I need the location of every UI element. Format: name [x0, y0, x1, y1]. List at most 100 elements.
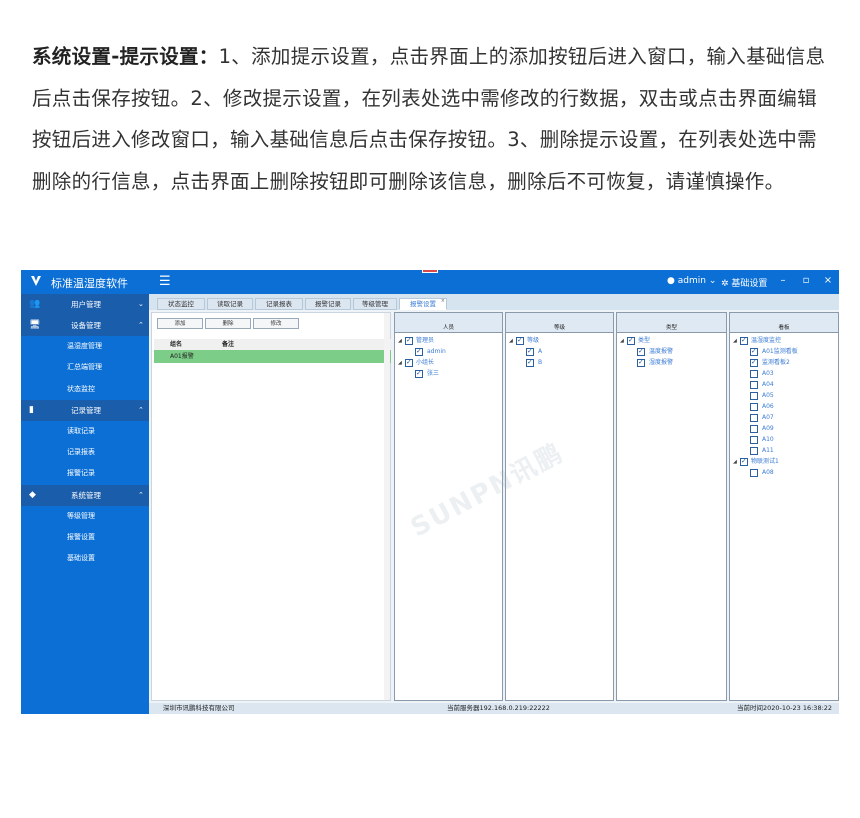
tree-node[interactable]: admin: [398, 346, 502, 358]
checkbox[interactable]: [526, 357, 534, 367]
expand-toggle-icon[interactable]: ◢: [733, 457, 737, 467]
checkbox[interactable]: [750, 357, 758, 367]
checkbox[interactable]: [750, 447, 758, 455]
panel-header: 等级: [506, 313, 613, 333]
tree-node[interactable]: ◢ 物联测试1: [733, 456, 838, 468]
tab-status-monitor[interactable]: 状态监控: [157, 298, 205, 310]
sidebar-item-level-management[interactable]: 等级管理: [21, 506, 149, 527]
sidebar-item-record-report[interactable]: 记录报表: [21, 442, 149, 463]
checkbox[interactable]: [740, 456, 748, 466]
checkbox[interactable]: [750, 370, 758, 378]
tab-bar: 状态监控 读取记录 记录报表 报警记录 等级管理 报警设置 ×: [149, 294, 839, 310]
user-menu[interactable]: ● admin ⌄: [667, 276, 716, 286]
checkbox[interactable]: [637, 346, 645, 356]
tree-node[interactable]: ◢ 类型: [620, 335, 726, 347]
gear-icon: ✲: [721, 279, 729, 289]
checkbox[interactable]: [526, 346, 534, 356]
tree-node[interactable]: A06: [733, 402, 838, 413]
sidebar-section-system[interactable]: ◆ 系统管理 ⌃: [21, 484, 149, 506]
tree-node[interactable]: ◢ 小组长: [398, 357, 502, 369]
group-list-pane: 添加 删除 修改 组名 备注 A01报警: [151, 312, 391, 701]
sidebar-item-aggregator[interactable]: 汇总端管理: [21, 357, 149, 378]
tree-node[interactable]: B: [509, 357, 613, 369]
checkbox[interactable]: [415, 368, 423, 378]
tree-node-label: B: [538, 359, 543, 366]
tree-node[interactable]: A08: [733, 468, 838, 479]
tab-alarm-records[interactable]: 报警记录: [305, 298, 351, 310]
tree-node[interactable]: A10: [733, 435, 838, 446]
minimize-button[interactable]: –: [776, 275, 790, 286]
expand-toggle-icon[interactable]: ◢: [733, 336, 737, 346]
tree-node[interactable]: 张三: [398, 368, 502, 380]
sidebar-item-status-monitor[interactable]: 状态监控: [21, 379, 149, 400]
tree-node[interactable]: A05: [733, 391, 838, 402]
checkbox[interactable]: [405, 335, 413, 345]
tree-node[interactable]: ◢ 温湿度监控: [733, 335, 838, 347]
delete-button[interactable]: 删除: [205, 318, 251, 329]
expand-toggle-icon[interactable]: ◢: [398, 336, 402, 346]
add-button[interactable]: 添加: [157, 318, 203, 329]
checkbox[interactable]: [750, 403, 758, 411]
sidebar-section-label: 记录管理: [71, 405, 101, 415]
hamburger-menu-icon[interactable]: ☰: [159, 274, 171, 289]
tree-node[interactable]: A07: [733, 413, 838, 424]
checkbox[interactable]: [627, 335, 635, 345]
close-button[interactable]: ×: [821, 275, 835, 286]
restore-button[interactable]: ▫: [799, 275, 813, 286]
tab-record-report[interactable]: 记录报表: [255, 298, 303, 310]
tab-read-records[interactable]: 读取记录: [207, 298, 253, 310]
instruction-title: 系统设置-提示设置：: [32, 45, 219, 68]
checkbox[interactable]: [750, 346, 758, 356]
checkbox[interactable]: [415, 346, 423, 356]
table-row[interactable]: A01报警: [154, 350, 391, 363]
checkbox[interactable]: [750, 425, 758, 433]
tree-node[interactable]: A03: [733, 369, 838, 380]
tree-node-label: 管理员: [416, 337, 435, 344]
tab-label: 报警设置: [410, 300, 436, 308]
settings-button[interactable]: ✲ 基础设置: [721, 276, 767, 289]
checkbox[interactable]: [750, 392, 758, 400]
checkbox[interactable]: [740, 335, 748, 345]
expand-toggle-icon[interactable]: ◢: [509, 336, 513, 346]
tree-node[interactable]: A01监测看板: [733, 346, 838, 358]
expand-toggle-icon[interactable]: ◢: [398, 358, 402, 368]
sidebar-section-records[interactable]: ▮ 记录管理 ⌃: [21, 399, 149, 421]
table-cell: A01报警: [170, 353, 194, 360]
sidebar-section-users[interactable]: 👥 用户管理 ⌄: [21, 294, 149, 315]
tree-node[interactable]: ◢ 等级: [509, 335, 613, 347]
sidebar-item-alarm-settings[interactable]: 报警设置: [21, 527, 149, 548]
tree-node[interactable]: A04: [733, 380, 838, 391]
checkbox[interactable]: [750, 436, 758, 444]
tree-node[interactable]: A: [509, 346, 613, 358]
checkbox[interactable]: [405, 357, 413, 367]
status-company: 深圳市讯鹏科技有限公司: [163, 704, 235, 712]
tab-alarm-settings[interactable]: 报警设置 ×: [399, 298, 447, 310]
checkbox[interactable]: [750, 381, 758, 389]
vertical-scrollbar[interactable]: [384, 313, 390, 700]
sidebar-item-alarm-records[interactable]: 报警记录: [21, 463, 149, 484]
top-notch-handle[interactable]: [422, 270, 438, 273]
expand-toggle-icon[interactable]: ◢: [620, 336, 624, 346]
tree-node[interactable]: A09: [733, 424, 838, 435]
checkbox[interactable]: [516, 335, 524, 345]
close-tab-icon[interactable]: ×: [441, 296, 445, 307]
status-bar: 深圳市讯鹏科技有限公司 当前服务器192.168.0.219:22222 当前时…: [149, 703, 839, 714]
sidebar-item-read-records[interactable]: 读取记录: [21, 421, 149, 442]
checkbox[interactable]: [750, 414, 758, 422]
monitor-icon: 🖥: [29, 320, 41, 330]
tree-node[interactable]: ◢ 管理员: [398, 335, 502, 347]
sidebar-item-basic-settings[interactable]: 基础设置: [21, 548, 149, 569]
checkbox[interactable]: [637, 357, 645, 367]
tree-node[interactable]: 湿度报警: [620, 357, 726, 369]
tree-node[interactable]: 监测看板2: [733, 357, 838, 369]
tree-node[interactable]: 温度报警: [620, 346, 726, 358]
tree-node-label: 温度报警: [649, 348, 674, 355]
sidebar-section-devices[interactable]: 🖥 设备管理 ⌃: [21, 315, 149, 336]
checkbox[interactable]: [750, 469, 758, 477]
edit-button[interactable]: 修改: [253, 318, 299, 329]
tree-node[interactable]: A11: [733, 446, 838, 457]
sidebar-item-th-management[interactable]: 温湿度管理: [21, 336, 149, 357]
tree-node-label: A04: [762, 381, 774, 388]
tab-level-management[interactable]: 等级管理: [353, 298, 397, 310]
users-icon: 👥: [29, 299, 41, 309]
